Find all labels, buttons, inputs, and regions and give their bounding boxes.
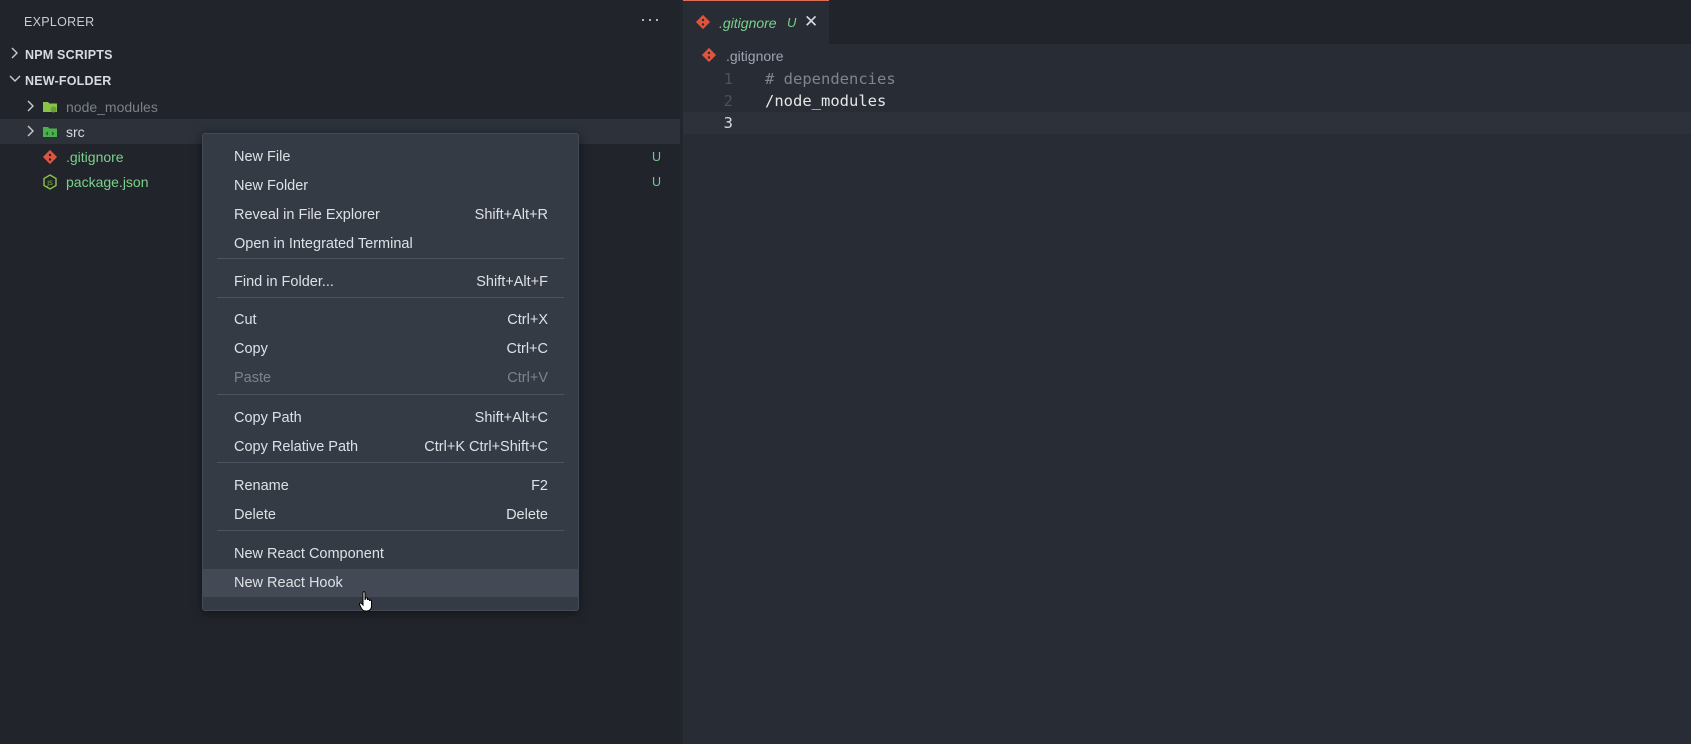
tree-item-label: .gitignore <box>66 149 124 165</box>
menu-item-label: New React Hook <box>234 575 343 591</box>
code-line-current[interactable]: 3 <box>683 112 1691 134</box>
menu-item-label: New File <box>234 149 291 165</box>
line-text: /node_modules <box>765 92 887 110</box>
tab-label: .gitignore <box>719 15 777 31</box>
git-icon <box>701 47 717 63</box>
explorer-header: EXPLORER ··· <box>0 0 680 44</box>
chevron-down-icon <box>9 75 21 82</box>
line-number: 2 <box>723 92 733 110</box>
editor-area: .gitignore U ✕ .gitignore 1 # dependenci… <box>683 0 1691 744</box>
tree-item-label: node_modules <box>66 99 158 115</box>
tree-item-node-modules[interactable]: node_modules <box>0 94 680 119</box>
chevron-right-icon <box>27 100 34 112</box>
hand-pointer-icon <box>358 591 372 612</box>
section-label: NPM SCRIPTS <box>25 48 113 62</box>
menu-item-new-file[interactable]: New File <box>203 143 578 171</box>
tab-bar: .gitignore U ✕ <box>683 0 1691 44</box>
menu-item-label: Cut <box>234 312 257 328</box>
menu-item-label: Find in Folder... <box>234 274 334 290</box>
menu-item-copy-path[interactable]: Copy Path Shift+Alt+C <box>203 404 578 432</box>
menu-item-label: New Folder <box>234 178 309 194</box>
section-new-folder[interactable]: NEW-FOLDER <box>0 68 680 94</box>
menu-item-shortcut: Delete <box>506 507 548 523</box>
menu-item-delete[interactable]: Delete Delete <box>203 501 578 529</box>
menu-item-label: Delete <box>234 507 276 523</box>
menu-item-shortcut: Shift+Alt+F <box>476 274 548 290</box>
nodejs-icon: JS <box>43 174 57 190</box>
explorer-title: EXPLORER <box>24 15 95 29</box>
menu-item-shortcut: Ctrl+X <box>507 312 548 328</box>
menu-item-shortcut: Shift+Alt+C <box>474 410 548 426</box>
menu-item-label: Copy Path <box>234 410 302 426</box>
line-number: 1 <box>723 70 733 88</box>
more-actions-icon[interactable]: ··· <box>640 9 661 30</box>
menu-item-label: Copy <box>234 341 268 357</box>
git-icon <box>695 14 711 30</box>
menu-item-shortcut: Ctrl+C <box>506 341 549 357</box>
menu-item-cut[interactable]: Cut Ctrl+X <box>203 306 578 334</box>
menu-item-label: New React Component <box>234 546 384 562</box>
menu-separator <box>217 530 564 531</box>
context-menu: New File New Folder Reveal in File Explo… <box>202 133 579 611</box>
svg-text:JS: JS <box>46 180 53 187</box>
menu-item-shortcut: Ctrl+V <box>507 370 548 386</box>
menu-item-label: Rename <box>234 478 289 494</box>
breadcrumb[interactable]: .gitignore <box>683 44 1691 68</box>
line-text: # dependencies <box>765 70 896 88</box>
git-icon <box>42 149 58 165</box>
untracked-badge: U <box>652 175 662 189</box>
menu-item-reveal-in-file-explorer[interactable]: Reveal in File Explorer Shift+Alt+R <box>203 201 578 229</box>
tree-item-label: src <box>66 124 85 140</box>
menu-item-copy-relative-path[interactable]: Copy Relative Path Ctrl+K Ctrl+Shift+C <box>203 433 578 461</box>
section-npm-scripts[interactable]: NPM SCRIPTS <box>0 42 680 68</box>
breadcrumb-label: .gitignore <box>726 48 784 64</box>
menu-item-shortcut: F2 <box>531 478 548 494</box>
tree-item-label: package.json <box>66 174 149 190</box>
menu-separator <box>217 297 564 298</box>
menu-separator <box>217 462 564 463</box>
untracked-badge: U <box>787 15 797 30</box>
menu-separator <box>217 394 564 395</box>
section-label: NEW-FOLDER <box>25 74 112 88</box>
untracked-badge: U <box>652 150 662 164</box>
close-icon[interactable]: ✕ <box>804 12 818 32</box>
menu-item-shortcut: Shift+Alt+R <box>474 207 548 223</box>
menu-item-label: Copy Relative Path <box>234 439 359 455</box>
chevron-right-icon <box>11 47 18 59</box>
menu-separator <box>217 258 564 259</box>
menu-item-open-in-terminal[interactable]: Open in Integrated Terminal <box>203 230 578 258</box>
code-line[interactable]: 1 # dependencies <box>683 68 1691 90</box>
line-number: 3 <box>723 114 733 132</box>
folder-src-icon <box>43 127 57 137</box>
code-line[interactable]: 2 /node_modules <box>683 90 1691 112</box>
menu-item-new-folder[interactable]: New Folder <box>203 172 578 200</box>
menu-item-find-in-folder[interactable]: Find in Folder... Shift+Alt+F <box>203 268 578 296</box>
menu-item-shortcut: Ctrl+K Ctrl+Shift+C <box>424 439 548 455</box>
menu-item-copy[interactable]: Copy Ctrl+C <box>203 335 578 363</box>
menu-item-new-react-hook[interactable]: New React Hook <box>203 569 578 597</box>
chevron-right-icon <box>27 125 34 137</box>
tab-gitignore[interactable]: .gitignore U ✕ <box>683 0 829 44</box>
menu-item-label: Paste <box>234 370 272 386</box>
menu-item-paste: Paste Ctrl+V <box>203 364 578 392</box>
menu-item-rename[interactable]: Rename F2 <box>203 472 578 500</box>
menu-item-label: Open in Integrated Terminal <box>234 236 413 252</box>
menu-item-new-react-component[interactable]: New React Component <box>203 540 578 568</box>
menu-item-label: Reveal in File Explorer <box>234 207 380 223</box>
folder-node-icon <box>43 102 57 113</box>
